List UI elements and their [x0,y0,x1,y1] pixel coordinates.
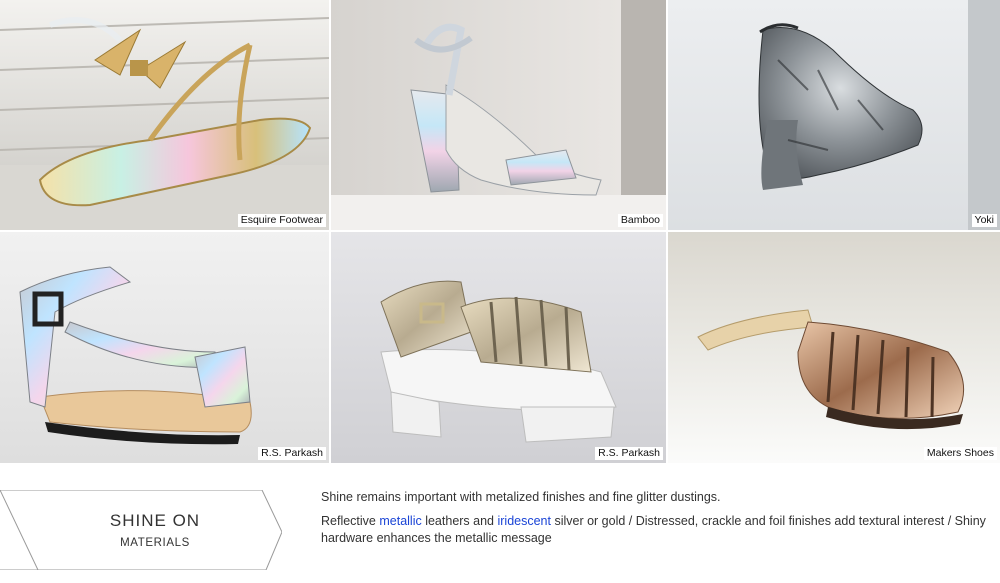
photo-credit: Makers Shoes [923,447,997,460]
iridescent-tstrap-image [0,232,329,463]
photo-grid: Esquire Footwear Bamboo Yoki R.S. Parkas… [0,0,1000,463]
copy-text: Reflective [321,514,380,528]
photo-esquire-sandal: Esquire Footwear [0,0,329,230]
photo-credit: Esquire Footwear [237,214,326,227]
crackle-bootie-image [668,0,1000,230]
photo-credit: Bamboo [617,214,663,227]
photo-rsparkash-platform: R.S. Parkash [331,232,666,463]
photo-credit: Yoki [971,214,997,227]
description: Shine remains important with metalized f… [321,489,986,554]
gold-bow-sandal-image [0,0,329,230]
glitter-platform-image [331,232,666,463]
section-subtitle: MATERIALS [120,537,190,549]
photo-yoki-bootie: Yoki [668,0,1000,230]
photo-credit: R.S. Parkash [258,447,326,460]
photo-rsparkash-tstrap: R.S. Parkash [0,232,329,463]
rose-gold-fisherman-image [668,232,1000,463]
section-title: SHINE ON [109,511,201,530]
copy-text: leathers and [421,514,498,528]
photo-bamboo-wedge: Bamboo [331,0,666,230]
iridescent-wedge-image [331,0,666,230]
iridescent-link[interactable]: iridescent [497,514,551,528]
metallic-link[interactable]: metallic [379,514,421,528]
photo-makers-fisherman: Makers Shoes [668,232,1000,463]
description-line-1: Shine remains important with metalized f… [321,490,721,504]
photo-credit: R.S. Parkash [595,447,663,460]
description-line-2: Reflective metallic leathers and iridesc… [321,513,986,547]
section-label: SHINE ON MATERIALS [0,490,282,570]
